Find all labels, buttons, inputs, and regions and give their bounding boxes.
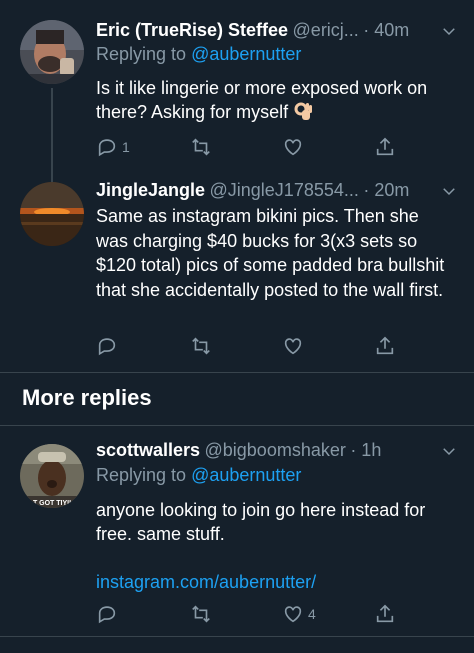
reply-button[interactable] [96,334,122,358]
like-icon [284,139,302,156]
share-icon [376,336,394,355]
reply-button[interactable] [96,602,122,626]
tweet-text: Is it like lingerie or more exposed work… [96,76,460,124]
avatar-scottwallers[interactable]: T GOT TIYII [20,444,84,508]
retweet-icon [192,605,210,623]
reply-icon [98,139,116,157]
reply-icon [98,338,116,356]
like-icon [284,606,302,623]
reply-button[interactable]: 1 [96,135,130,159]
divider [0,425,474,426]
tweet-header: scottwallers @bigboomshaker · 1h [96,440,460,466]
like-count: 4 [308,606,316,622]
replying-to-link[interactable]: @aubernutter [191,44,301,64]
ok-hand-emoji [294,102,313,120]
display-name[interactable]: JingleJangle [96,180,205,200]
like-button[interactable]: 4 [282,602,316,626]
tweet-actions: 4 [96,602,396,626]
retweet-button[interactable] [190,135,216,159]
retweet-button[interactable] [190,334,216,358]
replying-prefix: Replying to [96,465,192,485]
like-icon [284,338,302,355]
user-handle[interactable]: @bigboomshaker [205,440,346,460]
replying-prefix: Replying to [96,44,192,64]
share-button[interactable] [374,602,396,626]
timestamp[interactable]: · 40m [363,20,409,40]
tweet-eric[interactable]: Eric (TrueRise) Steffee @ericj... · 40m … [0,14,474,184]
retweet-icon [192,337,210,355]
tweet-header: Eric (TrueRise) Steffee @ericj... · 40m [96,20,460,46]
display-name[interactable]: Eric (TrueRise) Steffee [96,20,288,40]
tweet-header: JingleJangle @JingleJ178554... · 20m [96,180,460,206]
tweet-text-line-2: there? Asking for myself [96,102,289,122]
avatar-eric[interactable] [20,20,84,84]
avatar-caption: T GOT TIYII [33,500,71,507]
chevron-down-icon[interactable] [440,442,458,460]
timestamp[interactable]: · 20m [363,180,409,200]
avatar-jinglejangle[interactable] [20,182,84,246]
timestamp[interactable]: · 1h [350,440,381,460]
like-button[interactable] [282,334,308,358]
user-handle[interactable]: @ericj... [293,20,359,40]
reply-count: 1 [122,139,130,155]
replying-to-link[interactable]: @aubernutter [191,465,301,485]
replying-to: Replying to @aubernutter [96,44,301,65]
tweet-text-line-1: Is it like lingerie or more exposed work… [96,78,428,98]
reply-icon [98,606,116,624]
tweet-jinglejangle[interactable]: JingleJangle @JingleJ178554... · 20m Sam… [0,176,474,364]
tweet-link[interactable]: instagram.com/aubernutter/ [96,570,460,594]
user-handle[interactable]: @JingleJ178554... [210,180,359,200]
tweet-text-body: anyone looking to join go here instead f… [96,500,426,544]
retweet-icon [192,138,210,156]
more-replies-heading: More replies [22,385,152,410]
display-name[interactable]: scottwallers [96,440,200,460]
share-icon [376,604,394,623]
chevron-down-icon[interactable] [440,22,458,40]
divider [0,636,474,637]
tweet-text: Same as instagram bikini pics. Then she … [96,206,445,300]
divider [0,372,474,373]
thread-line [51,88,53,184]
tweet-scottwallers[interactable]: T GOT TIYII scottwallers @bigboomshaker … [0,438,474,628]
replying-to: Replying to @aubernutter [96,465,301,486]
share-icon [376,137,394,156]
chevron-down-icon[interactable] [440,182,458,200]
like-button[interactable] [282,135,308,159]
share-button[interactable] [374,334,396,358]
retweet-button[interactable] [190,602,216,626]
tweet-actions: 1 [96,135,396,159]
tweet-actions [96,334,396,358]
share-button[interactable] [374,135,396,159]
tweet-text: anyone looking to join go here instead f… [96,498,460,594]
